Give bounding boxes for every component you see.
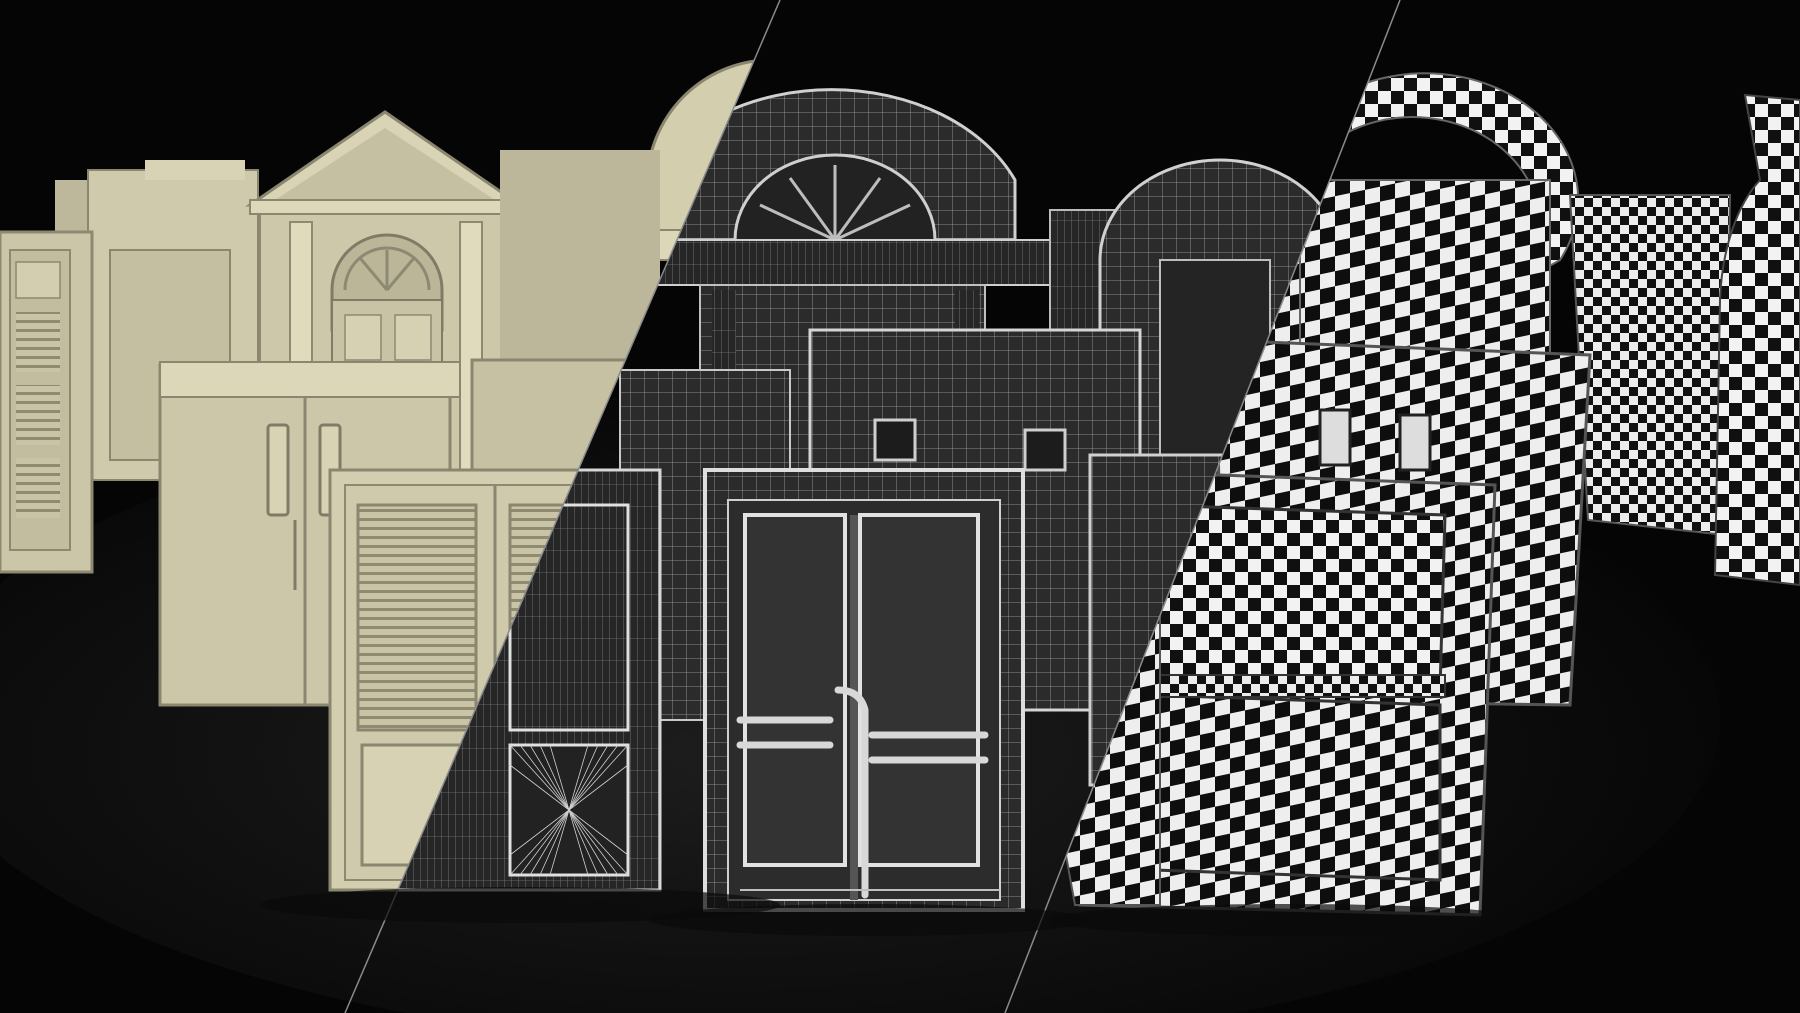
glass-double-door	[703, 468, 1025, 912]
hourglass-wire-panel	[508, 743, 630, 877]
door-models-render	[0, 0, 1800, 1013]
render-canvas	[0, 0, 1800, 1013]
